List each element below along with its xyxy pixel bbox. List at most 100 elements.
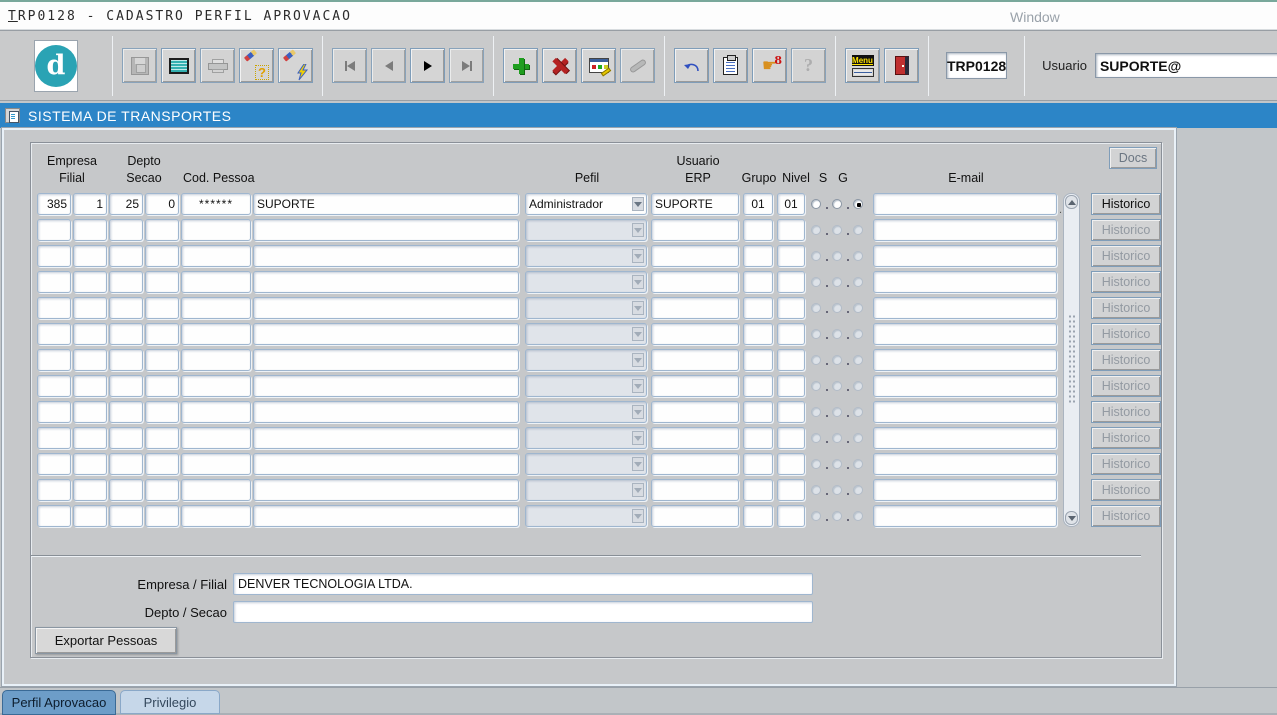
historico-button[interactable]: Historico bbox=[1091, 193, 1161, 215]
cell-grupo[interactable] bbox=[743, 271, 773, 293]
cell-grupo[interactable]: 01 bbox=[743, 193, 773, 215]
pefil-dropdown[interactable] bbox=[525, 505, 647, 527]
cell-grupo[interactable] bbox=[743, 453, 773, 475]
pefil-dropdown[interactable] bbox=[525, 427, 647, 449]
sg-radio[interactable] bbox=[853, 511, 863, 521]
cell-depto[interactable] bbox=[109, 401, 143, 423]
cell-nivel[interactable] bbox=[777, 323, 805, 345]
cell-usuario-erp[interactable]: SUPORTE bbox=[651, 193, 739, 215]
cell-filial[interactable] bbox=[73, 297, 107, 319]
cell-empresa[interactable] bbox=[37, 297, 71, 319]
cell-cod-pessoa[interactable] bbox=[181, 219, 251, 241]
cell-secao[interactable] bbox=[145, 427, 179, 449]
cell-email[interactable] bbox=[873, 401, 1057, 423]
cell-usuario-erp[interactable] bbox=[651, 219, 739, 241]
pefil-dropdown[interactable] bbox=[525, 297, 647, 319]
sg-radio[interactable] bbox=[853, 277, 863, 287]
cell-cod-pessoa[interactable] bbox=[181, 453, 251, 475]
chevron-down-icon[interactable] bbox=[632, 197, 644, 211]
cell-empresa[interactable] bbox=[37, 375, 71, 397]
cell-nivel[interactable] bbox=[777, 401, 805, 423]
cell-empresa[interactable] bbox=[37, 271, 71, 293]
help-button[interactable]: ? bbox=[791, 48, 826, 83]
cell-empresa[interactable] bbox=[37, 453, 71, 475]
query-window-button[interactable] bbox=[581, 48, 616, 83]
depto-secao-input[interactable] bbox=[233, 601, 813, 623]
cell-grupo[interactable] bbox=[743, 349, 773, 371]
cell-email[interactable] bbox=[873, 323, 1057, 345]
chevron-down-icon[interactable] bbox=[632, 509, 644, 523]
cell-empresa[interactable] bbox=[37, 479, 71, 501]
cell-grupo[interactable] bbox=[743, 427, 773, 449]
pefil-dropdown[interactable] bbox=[525, 401, 647, 423]
docs-button[interactable]: Docs bbox=[1109, 147, 1157, 169]
sg-radio[interactable] bbox=[811, 251, 821, 261]
sg-radio[interactable] bbox=[853, 381, 863, 391]
cell-depto[interactable] bbox=[109, 427, 143, 449]
cell-nome[interactable] bbox=[253, 505, 519, 527]
cell-empresa[interactable] bbox=[37, 349, 71, 371]
chevron-down-icon[interactable] bbox=[632, 457, 644, 471]
cell-nome[interactable]: SUPORTE bbox=[253, 193, 519, 215]
cell-filial[interactable] bbox=[73, 375, 107, 397]
chevron-down-icon[interactable] bbox=[632, 249, 644, 263]
sg-radio[interactable] bbox=[853, 251, 863, 261]
exit-button[interactable] bbox=[884, 48, 919, 83]
delete-record-button[interactable] bbox=[542, 48, 577, 83]
cell-nome[interactable] bbox=[253, 297, 519, 319]
sg-radio[interactable] bbox=[811, 381, 821, 391]
cell-depto[interactable] bbox=[109, 323, 143, 345]
cell-secao[interactable] bbox=[145, 245, 179, 267]
clear-record-button[interactable] bbox=[620, 48, 655, 83]
sg-radio[interactable] bbox=[853, 199, 863, 209]
chevron-down-icon[interactable] bbox=[632, 431, 644, 445]
cell-nivel[interactable] bbox=[777, 375, 805, 397]
sg-radio[interactable] bbox=[811, 199, 821, 209]
cell-nome[interactable] bbox=[253, 375, 519, 397]
sg-radio[interactable] bbox=[811, 277, 821, 287]
cell-grupo[interactable] bbox=[743, 375, 773, 397]
cell-depto[interactable] bbox=[109, 479, 143, 501]
chevron-down-icon[interactable] bbox=[632, 275, 644, 289]
cell-filial[interactable] bbox=[73, 349, 107, 371]
first-record-button[interactable] bbox=[332, 48, 367, 83]
cell-nome[interactable] bbox=[253, 245, 519, 267]
chevron-down-icon[interactable] bbox=[632, 223, 644, 237]
cell-grupo[interactable] bbox=[743, 297, 773, 319]
sg-radio[interactable] bbox=[811, 355, 821, 365]
cell-usuario-erp[interactable] bbox=[651, 297, 739, 319]
cell-nome[interactable] bbox=[253, 401, 519, 423]
cell-depto[interactable] bbox=[109, 349, 143, 371]
sg-radio[interactable] bbox=[832, 303, 842, 313]
sg-radio[interactable] bbox=[832, 485, 842, 495]
historico-button[interactable]: Historico bbox=[1091, 219, 1161, 241]
sg-radio[interactable] bbox=[832, 199, 842, 209]
sg-radio[interactable] bbox=[853, 407, 863, 417]
historico-button[interactable]: Historico bbox=[1091, 375, 1161, 397]
cell-usuario-erp[interactable] bbox=[651, 323, 739, 345]
pefil-dropdown[interactable] bbox=[525, 271, 647, 293]
cell-empresa[interactable] bbox=[37, 401, 71, 423]
sg-radio[interactable] bbox=[832, 277, 842, 287]
cell-email[interactable] bbox=[873, 375, 1057, 397]
cell-filial[interactable] bbox=[73, 219, 107, 241]
pefil-dropdown[interactable] bbox=[525, 245, 647, 267]
sg-radio[interactable] bbox=[832, 225, 842, 235]
sg-radio[interactable] bbox=[853, 303, 863, 313]
cell-secao[interactable]: 0 bbox=[145, 193, 179, 215]
cell-filial[interactable]: 1 bbox=[73, 193, 107, 215]
menu-button[interactable]: Menu bbox=[845, 48, 880, 83]
cell-email[interactable] bbox=[873, 505, 1057, 527]
cell-empresa[interactable] bbox=[37, 505, 71, 527]
cell-nivel[interactable] bbox=[777, 427, 805, 449]
historico-button[interactable]: Historico bbox=[1091, 401, 1161, 423]
cell-empresa[interactable] bbox=[37, 245, 71, 267]
cell-cod-pessoa[interactable] bbox=[181, 479, 251, 501]
cell-usuario-erp[interactable] bbox=[651, 479, 739, 501]
cell-secao[interactable] bbox=[145, 219, 179, 241]
historico-button[interactable]: Historico bbox=[1091, 453, 1161, 475]
cell-empresa[interactable]: 385 bbox=[37, 193, 71, 215]
cell-usuario-erp[interactable] bbox=[651, 505, 739, 527]
scroll-down-icon[interactable] bbox=[1065, 511, 1078, 525]
sg-radio[interactable] bbox=[832, 381, 842, 391]
